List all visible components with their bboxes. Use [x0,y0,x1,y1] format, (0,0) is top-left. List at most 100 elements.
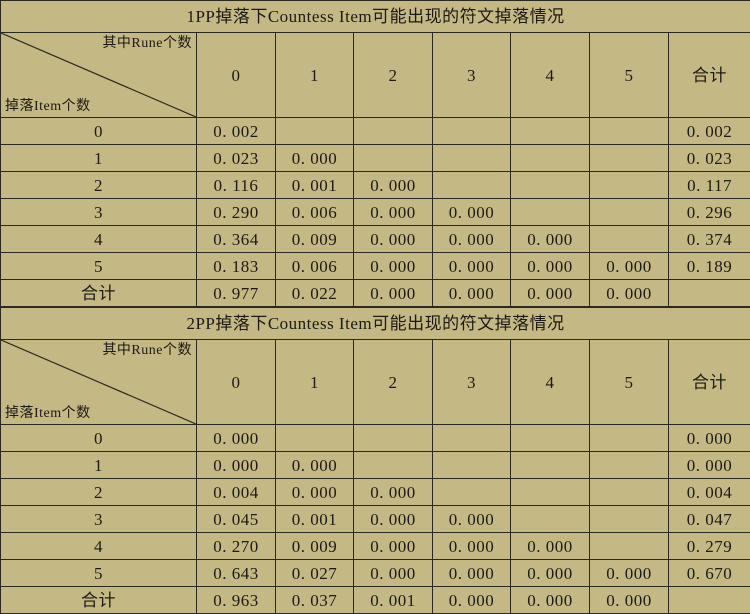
data-cell: 0. 000 [197,425,276,452]
data-cell: 0. 000 [354,253,433,280]
table-1-title: 1PP掉落下Countess Item可能出现的符文掉落情况 [1,1,750,33]
data-cell: 0. 000 [511,533,590,560]
data-cell: 0. 009 [276,226,354,253]
data-cell [590,533,669,560]
column-header-1: 1 [276,340,354,425]
data-cell: 0. 000 [354,506,433,533]
table-row: 5 0. 643 0. 027 0. 000 0. 000 0. 000 0. … [1,560,750,587]
data-cell: 0. 000 [197,452,276,479]
row-header: 1 [1,145,197,172]
probability-table-2pp: 2PP掉落下Countess Item可能出现的符文掉落情况 其中Rune个数 … [0,307,750,614]
probability-table-1pp: 1PP掉落下Countess Item可能出现的符文掉落情况 其中Rune个数 … [0,0,750,307]
row-header: 3 [1,506,197,533]
data-cell [276,425,354,452]
data-cell: 0. 000 [276,452,354,479]
data-cell-total: 0. 000 [669,425,750,452]
column-header-5: 5 [590,33,669,118]
data-cell [511,199,590,226]
data-cell: 0. 000 [511,560,590,587]
data-cell [433,145,511,172]
data-cell: 0. 364 [197,226,276,253]
data-cell: 0. 000 [276,479,354,506]
data-cell-total: 0. 004 [669,479,750,506]
data-cell: 0. 000 [433,253,511,280]
data-cell [511,479,590,506]
data-cell-total: 0. 047 [669,506,750,533]
data-cell [590,479,669,506]
data-cell: 0. 000 [433,560,511,587]
data-cell [511,145,590,172]
row-header: 2 [1,172,197,199]
total-cell: 0. 977 [197,280,276,307]
data-cell-total: 0. 000 [669,452,750,479]
data-cell [590,172,669,199]
data-cell: 0. 006 [276,253,354,280]
data-cell [590,452,669,479]
data-cell [276,118,354,145]
column-header-2: 2 [354,33,433,118]
data-cell [590,199,669,226]
data-cell: 0. 006 [276,199,354,226]
column-header-4: 4 [511,340,590,425]
row-header: 0 [1,118,197,145]
data-cell [354,425,433,452]
column-header-3: 3 [433,340,511,425]
total-cell: 0. 000 [511,587,590,614]
data-cell [511,425,590,452]
data-cell [511,452,590,479]
data-cell: 0. 002 [197,118,276,145]
table-title-row: 1PP掉落下Countess Item可能出现的符文掉落情况 [1,1,750,33]
total-cell: 0. 022 [276,280,354,307]
data-cell: 0. 000 [511,253,590,280]
column-header-total: 合计 [669,33,750,118]
data-cell: 0. 000 [433,226,511,253]
table-row: 4 0. 270 0. 009 0. 000 0. 000 0. 000 0. … [1,533,750,560]
data-cell: 0. 009 [276,533,354,560]
total-cell: 0. 000 [354,280,433,307]
data-cell-total: 0. 670 [669,560,750,587]
data-cell [590,506,669,533]
table-2-title: 2PP掉落下Countess Item可能出现的符文掉落情况 [1,308,750,340]
column-header-0: 0 [197,33,276,118]
data-cell-total: 0. 279 [669,533,750,560]
row-header: 5 [1,253,197,280]
data-cell [433,425,511,452]
data-cell-total: 0. 117 [669,172,750,199]
data-cell: 0. 000 [511,226,590,253]
total-cell: 0. 001 [354,587,433,614]
corner-row-axis-label: 掉落Item个数 [5,99,91,114]
column-header-total: 合计 [669,340,750,425]
data-cell-total: 0. 296 [669,199,750,226]
data-cell: 0. 000 [354,533,433,560]
data-cell-total: 0. 023 [669,145,750,172]
data-cell: 0. 004 [197,479,276,506]
data-cell [590,425,669,452]
corner-row-axis-label: 掉落Item个数 [5,406,91,421]
data-cell: 0. 000 [354,199,433,226]
data-cell [590,145,669,172]
column-header-5: 5 [590,340,669,425]
total-cell: 0. 000 [433,280,511,307]
table-row: 2 0. 004 0. 000 0. 000 0. 004 [1,479,750,506]
table-row: 2 0. 116 0. 001 0. 000 0. 117 [1,172,750,199]
data-cell: 0. 000 [354,226,433,253]
table-row: 1 0. 023 0. 000 0. 023 [1,145,750,172]
table-row: 4 0. 364 0. 009 0. 000 0. 000 0. 000 0. … [1,226,750,253]
data-cell: 0. 000 [354,479,433,506]
column-header-0: 0 [197,340,276,425]
data-cell [354,118,433,145]
total-cell: 0. 963 [197,587,276,614]
table-row: 0 0. 000 0. 000 [1,425,750,452]
total-cell: 0. 000 [590,587,669,614]
data-cell: 0. 000 [433,533,511,560]
row-header: 4 [1,533,197,560]
data-cell-total: 0. 189 [669,253,750,280]
data-cell: 0. 000 [354,560,433,587]
data-cell: 0. 643 [197,560,276,587]
corner-header-cell: 其中Rune个数 掉落Item个数 [1,340,197,425]
table-row: 0 0. 002 0. 002 [1,118,750,145]
row-header: 3 [1,199,197,226]
data-cell [511,506,590,533]
data-cell: 0. 000 [433,506,511,533]
total-cell: 0. 000 [511,280,590,307]
